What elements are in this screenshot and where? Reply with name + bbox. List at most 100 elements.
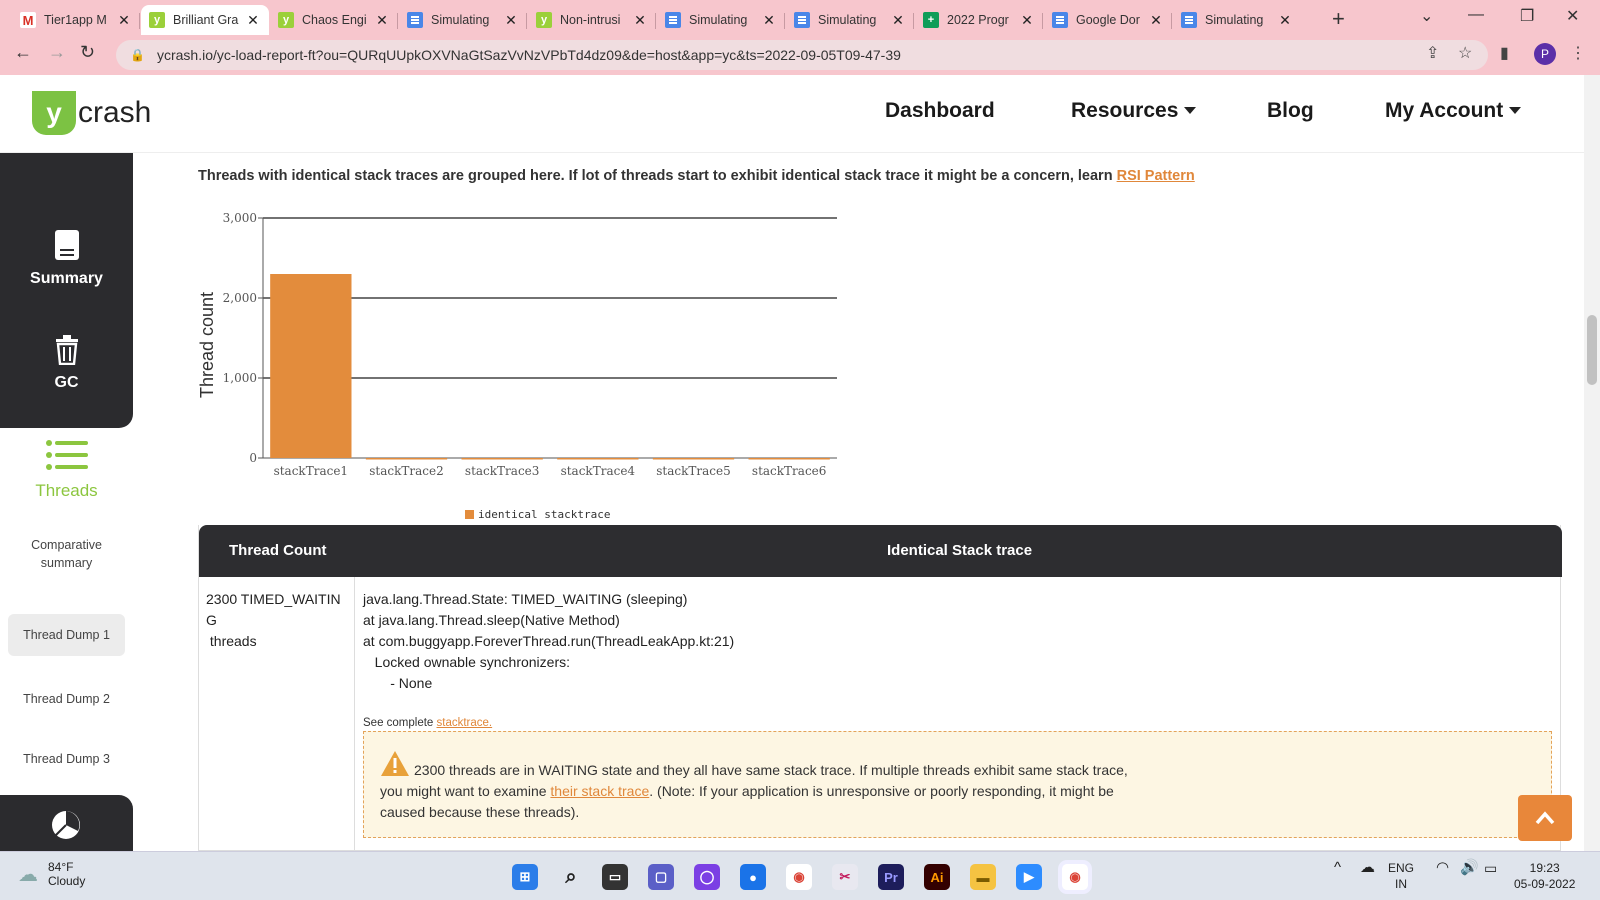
window-close-icon[interactable]: ✕ [1566, 6, 1579, 26]
restore-icon[interactable]: ❐ [1520, 6, 1534, 26]
column-header-identical-stack-trace: Identical Stack trace [887, 542, 1033, 559]
maps-pin-icon[interactable]: ● [740, 864, 766, 890]
tray-chevron-up-icon[interactable]: ^ [1334, 860, 1341, 876]
battery-icon[interactable]: ▭ [1484, 860, 1497, 876]
browser-tab[interactable]: Google Dor ✕ [1044, 5, 1172, 35]
profile-avatar[interactable]: P [1534, 43, 1556, 65]
scroll-to-top-button[interactable] [1518, 795, 1572, 841]
minimize-icon[interactable]: — [1468, 6, 1484, 24]
close-icon[interactable]: ✕ [761, 12, 777, 29]
new-tab-icon[interactable]: + [1332, 6, 1345, 32]
side-panel-icon[interactable]: ▮ [1500, 43, 1509, 63]
docs-icon [1052, 12, 1068, 28]
snipping-tool-icon[interactable]: ✂ [832, 864, 858, 890]
weather-condition: Cloudy [48, 874, 86, 888]
close-icon[interactable]: ✕ [503, 12, 519, 29]
browser-tab[interactable]: M Tier1app M ✕ [12, 5, 140, 35]
browser-tab[interactable]: Simulating ✕ [1173, 5, 1301, 35]
trash-icon [55, 335, 78, 366]
sidebar-dark-panel: Summary GC [0, 153, 133, 428]
their-stack-trace-link[interactable]: their stack trace [550, 783, 649, 799]
sidebar-item-thread-dump-1[interactable]: Thread Dump 1 [8, 614, 125, 656]
rsi-pattern-link[interactable]: RSI Pattern [1117, 168, 1195, 184]
nav-dashboard[interactable]: Dashboard [885, 99, 995, 123]
browser-tab[interactable]: Simulating ✕ [399, 5, 527, 35]
zoom-icon[interactable]: ▶ [1016, 864, 1042, 890]
page-scrollbar[interactable] [1584, 75, 1600, 851]
chart-bar [652, 458, 735, 460]
tab-title: Simulating [1205, 13, 1264, 27]
browser-tab[interactable]: Simulating ✕ [786, 5, 914, 35]
tab-search-chevron-icon[interactable]: ⌄ [1420, 6, 1433, 26]
browser-tab[interactable]: Simulating ✕ [657, 5, 785, 35]
wifi-icon[interactable]: ◠ [1436, 860, 1449, 876]
teams-chat-icon[interactable]: ▢ [648, 864, 674, 890]
tab-title: 2022 Progr [947, 13, 1009, 27]
forward-icon[interactable]: → [48, 42, 66, 63]
address-bar[interactable]: 🔒 ycrash.io/yc-load-report-ft?ou=QURqUUp… [116, 40, 1488, 70]
sidebar-item-thread-dump-2[interactable]: Thread Dump 2 [8, 692, 125, 706]
windows-start-icon[interactable]: ⊞ [512, 864, 538, 890]
column-divider [354, 577, 355, 851]
sidebar-item-comparative-summary[interactable]: Comparative summary [8, 536, 125, 572]
search-icon[interactable]: ⌕ [558, 864, 584, 890]
docs-icon [794, 12, 810, 28]
stack-trace-cell: java.lang.Thread.State: TIMED_WAITING (s… [363, 589, 734, 694]
stacktrace-link[interactable]: stacktrace. [437, 717, 493, 729]
close-icon[interactable]: ✕ [1019, 12, 1035, 29]
chart-y-axis-label: Thread count [197, 292, 217, 398]
app-circle-icon[interactable]: ◯ [694, 864, 720, 890]
chrome-icon[interactable]: ◉ [786, 864, 812, 890]
list-icon [45, 440, 88, 470]
sidebar-item-threads[interactable]: Threads [0, 440, 133, 501]
browser-menu-icon[interactable]: ⋮ [1570, 43, 1586, 63]
thread-count-suffix: threads [206, 633, 257, 649]
browser-tab[interactable]: y Chaos Engi ✕ [270, 5, 398, 35]
close-icon[interactable]: ✕ [374, 12, 390, 29]
browser-tab[interactable]: y Non-intrusi ✕ [528, 5, 656, 35]
language-indicator[interactable]: ENG IN [1388, 860, 1414, 892]
share-icon[interactable]: ⇪ [1426, 43, 1439, 63]
table-header: Thread Count Identical Stack trace [199, 525, 1562, 577]
chart-bar [748, 458, 830, 460]
close-icon[interactable]: ✕ [1148, 12, 1164, 29]
close-icon[interactable]: ✕ [245, 12, 261, 29]
bookmark-star-icon[interactable]: ☆ [1458, 43, 1472, 63]
tab-title: Simulating [818, 13, 877, 27]
stack-line: at com.buggyapp.ForeverThread.run(Thread… [363, 633, 735, 649]
gmail-icon: M [20, 12, 36, 28]
nav-resources-label: Resources [1071, 99, 1179, 122]
sidebar-item-gc[interactable]: GC [0, 335, 133, 392]
close-icon[interactable]: ✕ [1277, 12, 1293, 29]
weather-widget[interactable]: ☁ 84°F Cloudy [18, 860, 85, 888]
back-icon[interactable]: ← [14, 42, 32, 63]
nav-resources[interactable]: Resources [1071, 99, 1197, 123]
caret-down-icon [1509, 107, 1522, 114]
nav-my-account[interactable]: My Account [1385, 99, 1522, 123]
reload-icon[interactable]: ↻ [80, 42, 95, 63]
browser-tab[interactable]: + 2022 Progr ✕ [915, 5, 1043, 35]
clock-time: 19:23 [1529, 861, 1560, 875]
pie-chart-icon[interactable] [50, 809, 82, 841]
volume-icon[interactable]: 🔊 [1460, 860, 1479, 876]
nav-account-label: My Account [1385, 99, 1504, 122]
sidebar-item-thread-dump-3[interactable]: Thread Dump 3 [8, 752, 125, 766]
close-icon[interactable]: ✕ [890, 12, 906, 29]
scrollbar-thumb[interactable] [1587, 315, 1597, 385]
illustrator-icon[interactable]: Ai [924, 864, 950, 890]
browser-tab-active[interactable]: y Brilliant Gra ✕ [141, 5, 269, 35]
close-icon[interactable]: ✕ [116, 12, 132, 29]
task-view-icon[interactable]: ▭ [602, 864, 628, 890]
close-icon[interactable]: ✕ [632, 12, 648, 29]
ycrash-logo[interactable]: y crash [32, 91, 151, 135]
chrome-profile-icon[interactable]: ◉ [1062, 864, 1088, 890]
tab-title: Chaos Engi [302, 13, 367, 27]
premiere-pro-icon[interactable]: Pr [878, 864, 904, 890]
tab-title: Non-intrusi [560, 13, 621, 27]
nav-blog[interactable]: Blog [1267, 99, 1314, 123]
file-explorer-icon[interactable]: ▬ [970, 864, 996, 890]
sidebar-item-summary[interactable]: Summary [0, 229, 133, 288]
onedrive-cloud-icon[interactable]: ☁ [1360, 860, 1375, 876]
stack-line: java.lang.Thread.State: TIMED_WAITING (s… [363, 591, 688, 607]
clock[interactable]: 19:23 05-09-2022 [1514, 860, 1575, 892]
